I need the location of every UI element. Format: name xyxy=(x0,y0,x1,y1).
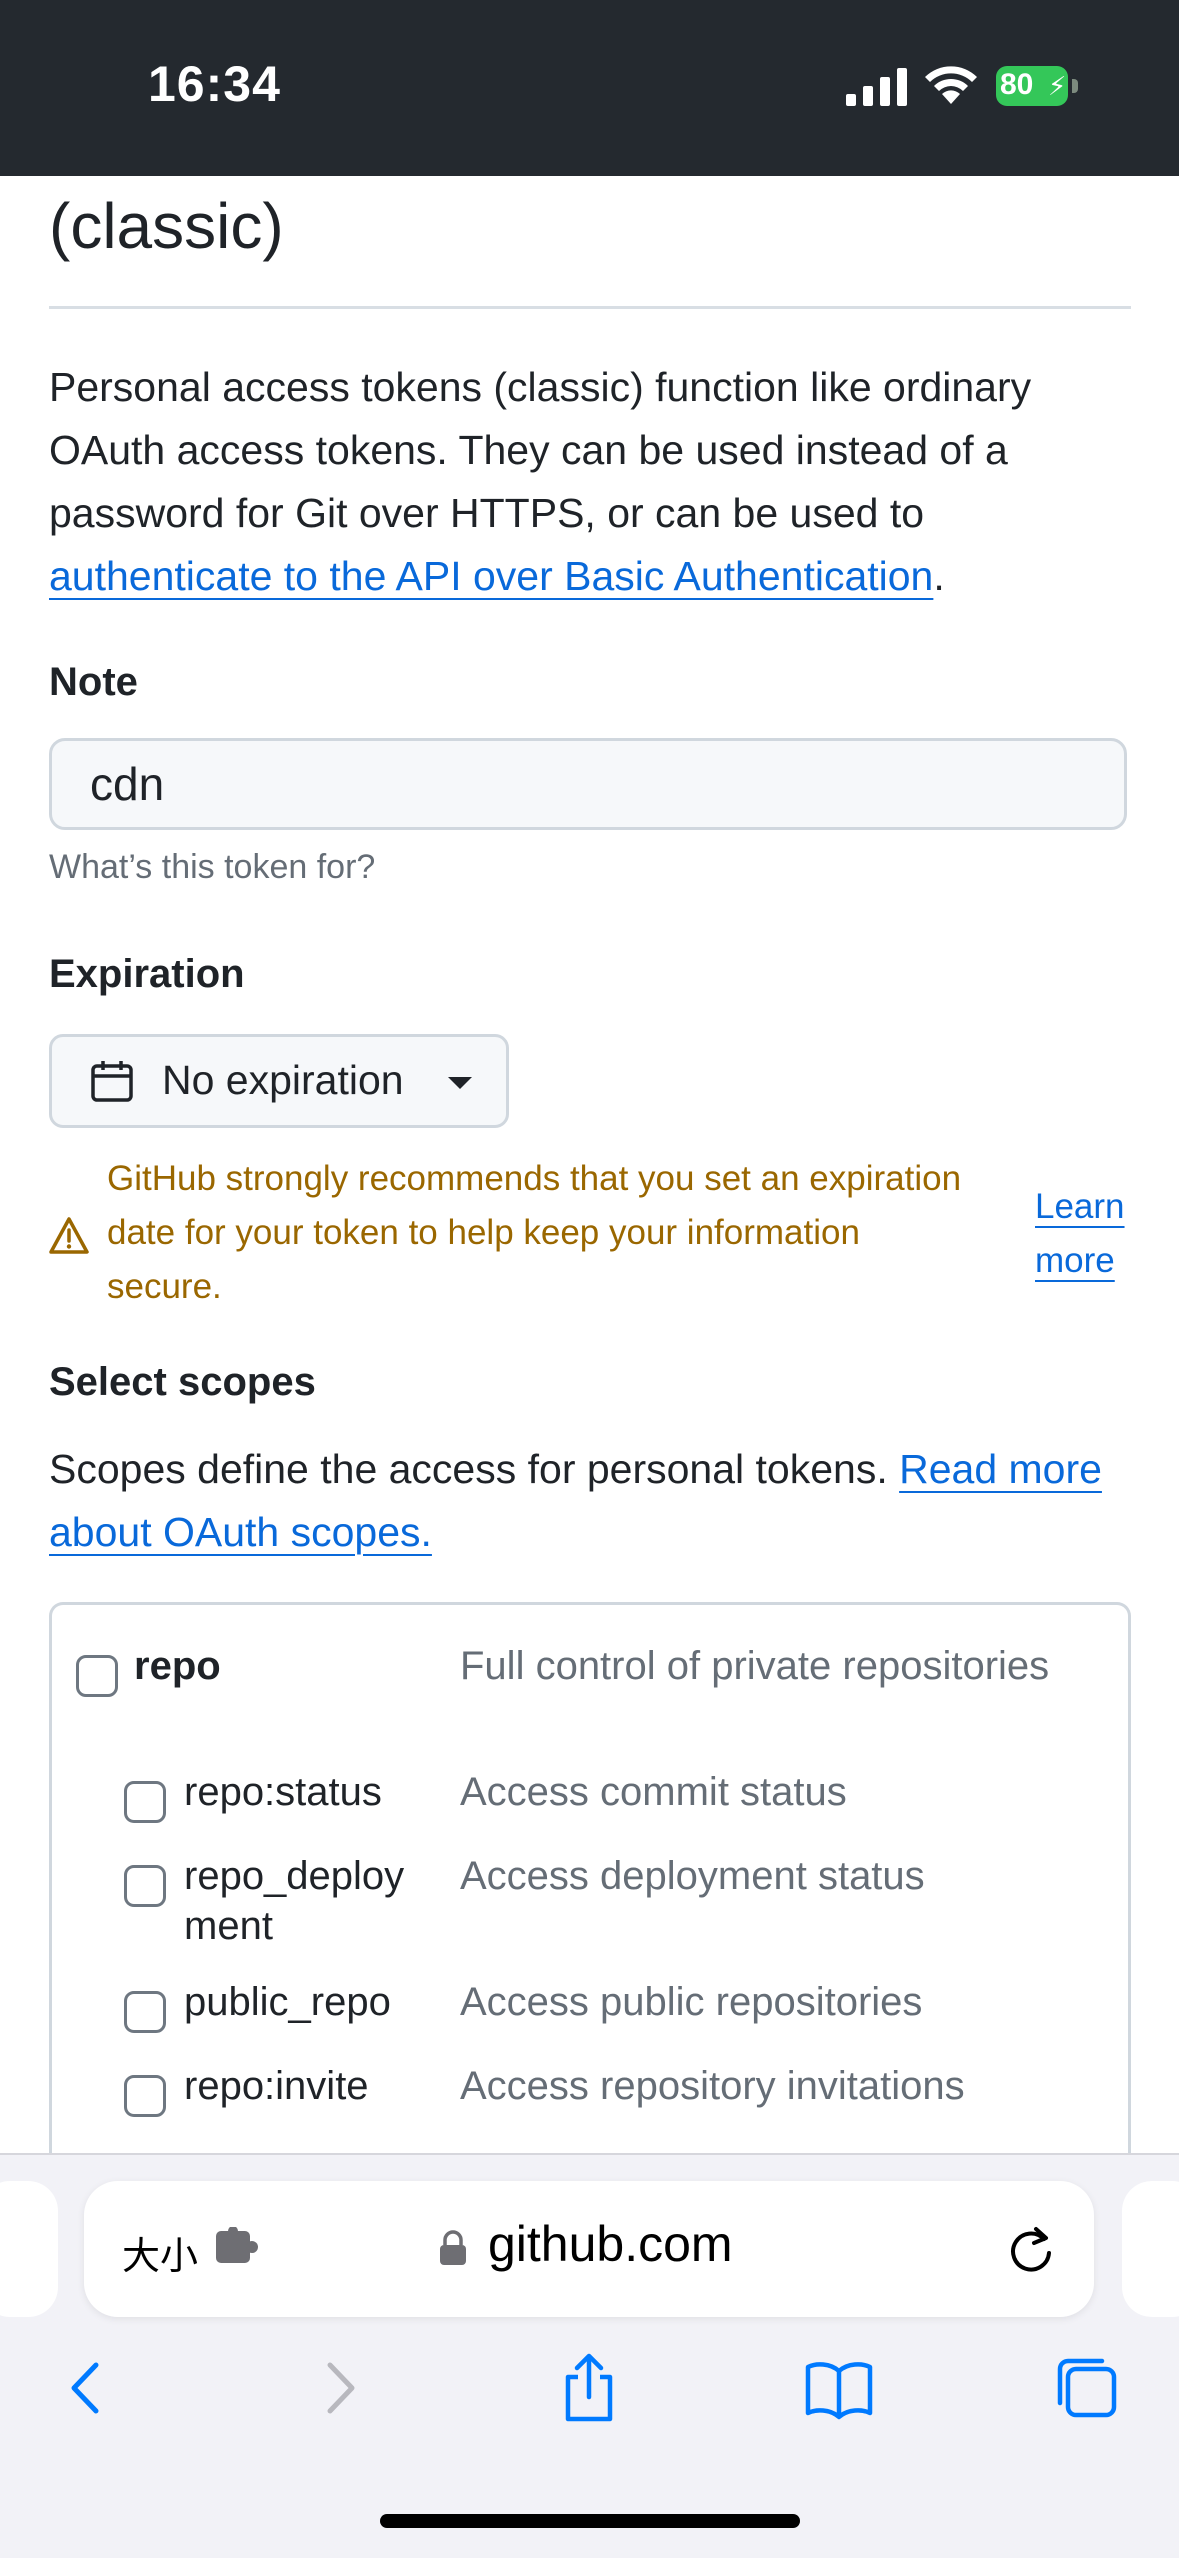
lock-icon xyxy=(440,2230,466,2265)
back-icon[interactable] xyxy=(50,2351,124,2425)
note-label: Note xyxy=(49,660,138,704)
learn-more-line-2: more xyxy=(1035,1241,1115,1280)
scopes-description: Scopes define the access for personal to… xyxy=(49,1438,1131,1564)
learn-more-line-1: Learn xyxy=(1035,1187,1125,1226)
scope-name: public_repo xyxy=(184,1980,391,2024)
extension-icon[interactable] xyxy=(214,2227,260,2267)
title-divider xyxy=(49,306,1131,309)
basic-auth-link[interactable]: authenticate to the API over Basic Authe… xyxy=(49,553,933,599)
scope-name: repo:invite xyxy=(184,2064,369,2108)
browser-toolbar: 大小 github.com xyxy=(0,2153,1179,2558)
home-indicator xyxy=(380,2514,800,2528)
expiration-dropdown[interactable]: No expiration xyxy=(49,1034,509,1128)
scope-description: Access deployment status xyxy=(460,1854,925,1898)
scope-name: repo:status xyxy=(184,1770,382,1814)
intro-end: . xyxy=(933,553,945,599)
share-icon[interactable] xyxy=(552,2351,626,2425)
scope-checkbox-public-repo[interactable] xyxy=(124,1991,166,2033)
note-hint: What’s this token for? xyxy=(49,848,376,886)
scope-description: Access public repositories xyxy=(460,1980,923,2024)
scope-description: Access repository invitations xyxy=(460,2064,965,2108)
caret-down-icon xyxy=(448,1077,472,1089)
scope-name: repo_deploy ment xyxy=(184,1854,405,1948)
url-domain: github.com xyxy=(488,2216,733,2272)
bookmarks-icon[interactable] xyxy=(802,2351,876,2425)
expiration-label: Expiration xyxy=(49,952,245,996)
alert-icon xyxy=(49,1217,89,1254)
scope-checkbox-repo-status[interactable] xyxy=(124,1781,166,1823)
scope-checkbox-repo-deployment[interactable] xyxy=(124,1865,166,1907)
status-bar: 16:34 80 ⚡ xyxy=(0,0,1179,176)
scope-description: Full control of private repositories xyxy=(460,1644,1050,1688)
intro-paragraph: Personal access tokens (classic) functio… xyxy=(49,356,1131,608)
note-input[interactable]: cdn xyxy=(49,738,1127,830)
expiration-warning: GitHub strongly recommends that you set … xyxy=(107,1159,962,1306)
page-title: (classic) xyxy=(49,190,284,262)
intro-text: Personal access tokens (classic) functio… xyxy=(49,364,1032,536)
select-scopes-label: Select scopes xyxy=(49,1360,316,1404)
address-bar[interactable]: 大小 github.com xyxy=(84,2181,1094,2317)
scope-checkbox-repo[interactable] xyxy=(76,1655,118,1697)
expiration-value: No expiration xyxy=(162,1057,404,1103)
text-size-button[interactable]: 大小 xyxy=(122,2225,198,2280)
forward-icon[interactable] xyxy=(302,2351,376,2425)
reload-icon[interactable] xyxy=(1004,2221,1058,2277)
scopes-description-text: Scopes define the access for personal to… xyxy=(49,1446,900,1492)
previous-tab-card[interactable] xyxy=(0,2181,58,2317)
wifi-icon xyxy=(925,66,977,104)
scope-description: Access commit status xyxy=(460,1770,847,1814)
battery-level: 80 xyxy=(1000,68,1034,101)
learn-more-link[interactable]: Learn more xyxy=(1035,1180,1125,1288)
scope-name: repo xyxy=(134,1644,221,1688)
calendar-icon xyxy=(91,1061,133,1102)
next-tab-card[interactable] xyxy=(1122,2181,1179,2317)
cellular-signal-icon xyxy=(846,68,907,106)
battery-icon: 80 ⚡ xyxy=(996,66,1080,106)
tabs-icon[interactable] xyxy=(1050,2351,1124,2425)
status-time: 16:34 xyxy=(148,56,281,112)
scope-checkbox-repo-invite[interactable] xyxy=(124,2075,166,2117)
